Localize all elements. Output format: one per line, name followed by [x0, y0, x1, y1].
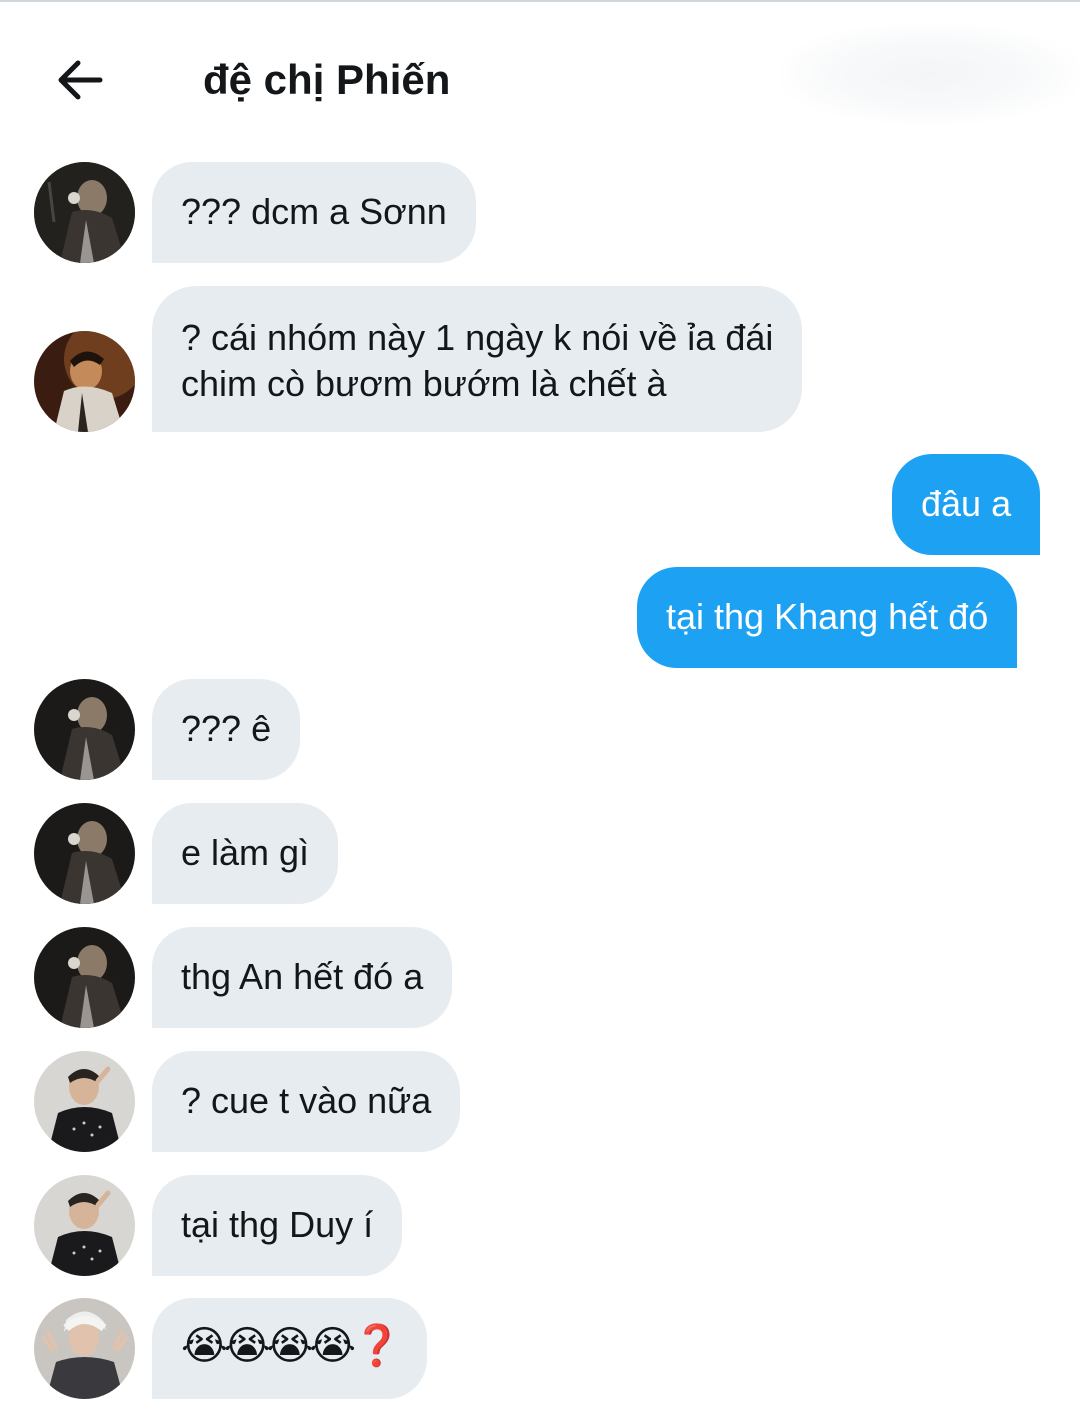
message-bubble-incoming[interactable]: ??? dcm a Sơnn	[152, 162, 476, 263]
message-bubble-incoming[interactable]: ??? ê	[152, 679, 301, 780]
message-text: đâu a	[921, 483, 1012, 524]
avatar[interactable]	[34, 162, 135, 263]
message-text: tại thg Duy í	[181, 1204, 374, 1245]
message-bubble-outgoing[interactable]: tại thg Khang hết đó	[637, 567, 1018, 668]
message-bubble-incoming[interactable]: thg An hết đó a	[152, 927, 453, 1028]
avatar[interactable]	[34, 927, 135, 1028]
avatar[interactable]	[34, 331, 135, 432]
message-text: thg An hết đó a	[181, 956, 424, 997]
message-text: ??? ê	[181, 708, 272, 749]
message-bubble-incoming[interactable]: tại thg Duy í	[152, 1175, 403, 1276]
avatar[interactable]	[34, 1298, 135, 1399]
message-text: tại thg Khang hết đó	[666, 596, 989, 637]
message-line: chim cò bươm bướm là chết à	[181, 363, 667, 404]
message-bubble-incoming[interactable]: e làm gì	[152, 803, 339, 904]
message-bubble-incoming[interactable]: 😭😭😭😭❓	[152, 1298, 427, 1399]
conversation-header: đệ chị Phiến	[0, 0, 1080, 150]
message-bubble-incoming[interactable]: ? cue t vào nữa	[152, 1051, 461, 1152]
avatar[interactable]	[34, 1175, 135, 1276]
conversation-title[interactable]: đệ chị Phiến	[203, 56, 450, 104]
avatar[interactable]	[34, 679, 135, 780]
message-text: e làm gì	[181, 832, 310, 873]
message-text: ??? dcm a Sơnn	[181, 191, 447, 232]
avatar[interactable]	[34, 1051, 135, 1152]
blurred-region	[780, 24, 1080, 124]
back-button[interactable]	[50, 50, 110, 110]
message-bubble-incoming[interactable]: ? cái nhóm này 1 ngày k nói về ỉa đái ch…	[152, 286, 803, 432]
message-line: ? cái nhóm này 1 ngày k nói về ỉa đái	[181, 317, 774, 358]
message-text: ? cue t vào nữa	[181, 1080, 432, 1121]
message-bubble-outgoing[interactable]: đâu a	[892, 454, 1041, 555]
avatar[interactable]	[34, 803, 135, 904]
arrow-left-icon	[58, 60, 103, 100]
dm-conversation-screen: đệ chị Phiến ??? dcm a Sơnn ? cái nhóm n…	[0, 0, 1080, 1409]
emoji-message: 😭😭😭😭❓	[181, 1323, 402, 1369]
